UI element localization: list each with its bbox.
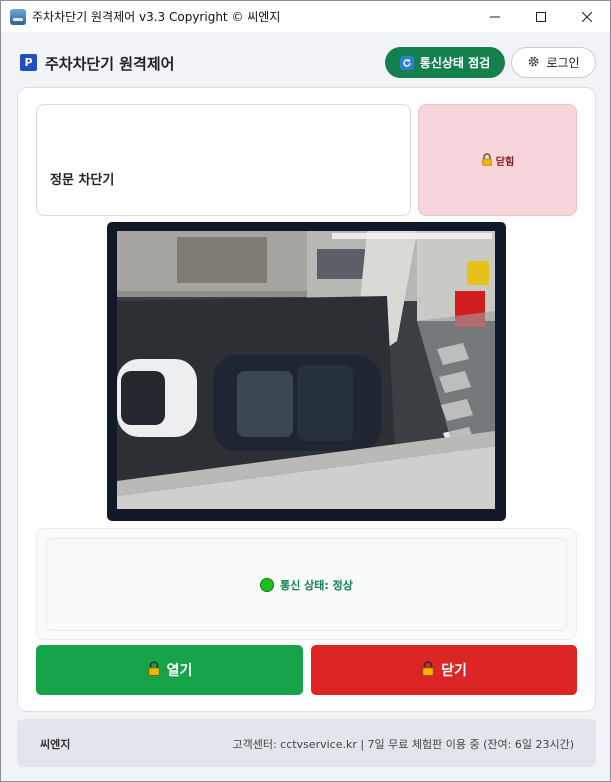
main-panel: 정문 차단기 닫힘 통신 상태: 정상 열기 닫기 xyxy=(17,87,596,712)
gear-icon xyxy=(527,55,540,71)
gate-state-label: 닫힘 xyxy=(495,156,515,168)
close-icon xyxy=(582,11,592,22)
minimize-icon xyxy=(490,16,500,17)
minimize-button[interactable] xyxy=(472,1,518,32)
maximize-icon xyxy=(536,11,546,22)
close-window-button[interactable] xyxy=(564,1,610,32)
lock-icon xyxy=(147,660,161,680)
refresh-icon xyxy=(399,55,414,70)
open-gate-button[interactable]: 열기 xyxy=(36,645,303,695)
lock-icon xyxy=(421,660,435,680)
camera-feed-image xyxy=(117,231,495,509)
login-label: 로그인 xyxy=(546,56,580,70)
title-bar[interactable]: 주차차단기 원격제어 v3.3 Copyright © 씨엔지 xyxy=(1,1,610,32)
header: P 주차차단기 원격제어 통신상태 점검 로그인 xyxy=(17,45,597,81)
status-text: 통신 상태: 정상 xyxy=(280,578,353,592)
status-panel: 통신 상태: 정상 xyxy=(36,528,577,640)
lock-icon xyxy=(481,151,493,170)
app-icon xyxy=(10,8,26,25)
window-title: 주차차단기 원격제어 v3.3 Copyright © 씨엔지 xyxy=(32,10,281,24)
open-gate-label: 열기 xyxy=(166,663,193,679)
footer-info: 고객센터: cctvservice.kr | 7일 무료 체험판 이용 중 (잔… xyxy=(232,738,574,751)
login-button[interactable]: 로그인 xyxy=(511,47,596,78)
status-indicator: 통신 상태: 정상 xyxy=(46,538,567,631)
comm-check-label: 통신상태 점검 xyxy=(419,56,491,70)
gate-state-badge: 닫힘 xyxy=(418,104,577,216)
page-title: 주차차단기 원격제어 xyxy=(45,55,175,73)
footer: 씨엔지 고객센터: cctvservice.kr | 7일 무료 체험판 이용 … xyxy=(17,719,596,767)
footer-brand: 씨엔지 xyxy=(40,738,71,751)
maximize-button[interactable] xyxy=(518,1,564,32)
comm-check-button[interactable]: 통신상태 점검 xyxy=(385,47,505,78)
camera-view xyxy=(107,222,506,521)
status-dot-icon xyxy=(260,577,275,592)
window-controls xyxy=(472,1,610,32)
close-gate-label: 닫기 xyxy=(441,663,467,679)
gate-info-box: 정문 차단기 xyxy=(36,104,411,216)
gate-name: 정문 차단기 xyxy=(50,173,115,188)
app-window: 주차차단기 원격제어 v3.3 Copyright © 씨엔지 P 주차차단기 … xyxy=(0,0,611,782)
close-gate-button[interactable]: 닫기 xyxy=(311,645,577,695)
parking-icon: P xyxy=(20,54,37,71)
